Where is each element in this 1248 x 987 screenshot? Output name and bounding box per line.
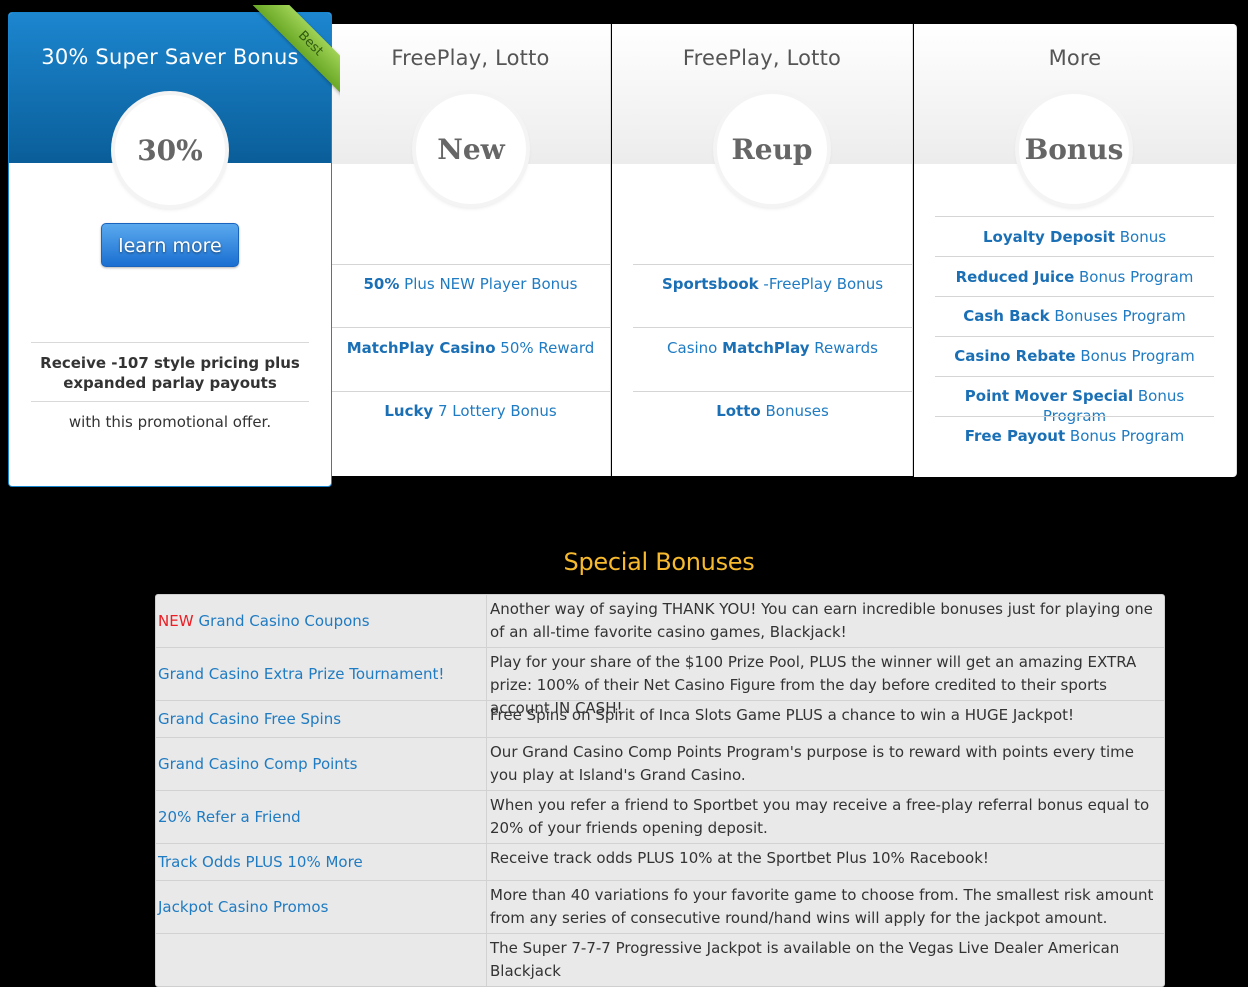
divider bbox=[31, 342, 309, 343]
bonus-description: Another way of saying THANK YOU! You can… bbox=[490, 600, 1153, 641]
bonus-description: Play for your share of the $100 Prize Po… bbox=[490, 653, 1137, 717]
featured-badge: 30% bbox=[115, 95, 225, 205]
bonus-link[interactable]: Grand Casino Free Spins bbox=[156, 701, 487, 737]
card-more: More Bonus Loyalty Deposit Bonus Reduced… bbox=[914, 24, 1237, 477]
card-row[interactable]: Lotto Bonuses bbox=[633, 401, 912, 421]
table-row: Grand Casino Comp Points Our Grand Casin… bbox=[156, 737, 1164, 790]
card-badge: Reup bbox=[717, 94, 827, 204]
divider bbox=[331, 327, 610, 328]
pricing-cards: 30% Super Saver Bonus 30% learn more Rec… bbox=[0, 0, 1248, 500]
table-row: Track Odds PLUS 10% More Receive track o… bbox=[156, 843, 1164, 880]
learn-more-button[interactable]: learn more bbox=[101, 223, 239, 267]
card-row[interactable]: MatchPlay Casino 50% Reward bbox=[331, 338, 610, 358]
bonus-description: When you refer a friend to Sportbet you … bbox=[490, 796, 1150, 837]
card-title: FreePlay, Lotto bbox=[682, 46, 842, 70]
bonus-description: The Super 7-7-7 Progressive Jackpot is a… bbox=[490, 939, 1120, 980]
card-badge: Bonus bbox=[1019, 94, 1129, 204]
best-ribbon-label: Best bbox=[251, 5, 340, 103]
card-new: FreePlay, Lotto New 50% Plus NEW Player … bbox=[331, 24, 611, 476]
bonus-description: Free Spins on Spirit of Inca Slots Game … bbox=[490, 706, 1075, 724]
card-row[interactable]: Lucky 7 Lottery Bonus bbox=[331, 401, 610, 421]
card-row[interactable]: Point Mover Special Bonus Program bbox=[935, 386, 1214, 426]
table-row: Grand Casino Extra Prize Tournament! Pla… bbox=[156, 647, 1164, 717]
divider bbox=[935, 216, 1214, 217]
divider bbox=[633, 327, 912, 328]
bonus-link[interactable]: Jackpot Casino Promos bbox=[156, 881, 487, 933]
divider bbox=[935, 416, 1214, 417]
divider bbox=[633, 264, 912, 265]
bonus-link[interactable] bbox=[156, 934, 487, 986]
best-ribbon: Best bbox=[240, 5, 340, 105]
table-row: NEW Grand Casino Coupons Another way of s… bbox=[156, 595, 1164, 647]
bonus-link[interactable]: Track Odds PLUS 10% More bbox=[156, 844, 487, 880]
card-row[interactable]: Loyalty Deposit Bonus bbox=[935, 227, 1214, 247]
card-row[interactable]: Sportsbook -FreePlay Bonus bbox=[633, 274, 912, 294]
card-title: FreePlay, Lotto bbox=[391, 46, 550, 70]
divider bbox=[331, 264, 610, 265]
card-row[interactable]: Casino Rebate Bonus Program bbox=[935, 346, 1214, 366]
bonus-link[interactable]: Grand Casino Comp Points bbox=[156, 738, 487, 790]
divider bbox=[31, 401, 309, 402]
bonus-link[interactable]: 20% Refer a Friend bbox=[156, 791, 487, 843]
table-row: Jackpot Casino Promos More than 40 varia… bbox=[156, 880, 1164, 933]
card-title: More bbox=[1048, 46, 1102, 70]
bonus-description: More than 40 variations fo your favorite… bbox=[490, 886, 1154, 927]
bonus-description: Our Grand Casino Comp Points Program's p… bbox=[490, 743, 1134, 784]
card-row[interactable]: Free Payout Bonus Program bbox=[935, 426, 1214, 446]
featured-line1: Receive -107 style pricing plus expanded… bbox=[40, 354, 300, 392]
featured-line2: with this promotional offer. bbox=[68, 413, 272, 431]
divider bbox=[935, 376, 1214, 377]
card-row[interactable]: Casino MatchPlay Rewards bbox=[633, 338, 912, 358]
card-badge: New bbox=[416, 94, 526, 204]
table-row: Grand Casino Free Spins Free Spins on Sp… bbox=[156, 700, 1164, 737]
divider bbox=[935, 296, 1214, 297]
card-row[interactable]: Reduced Juice Bonus Program bbox=[935, 267, 1214, 287]
table-row: 20% Refer a Friend When you refer a frie… bbox=[156, 790, 1164, 843]
bonus-link[interactable]: NEW Grand Casino Coupons bbox=[156, 595, 487, 647]
card-row[interactable]: Cash Back Bonuses Program bbox=[935, 306, 1214, 326]
divider bbox=[331, 391, 610, 392]
new-tag: NEW bbox=[158, 612, 194, 630]
bonus-description: Receive track odds PLUS 10% at the Sport… bbox=[490, 849, 989, 867]
table-row: The Super 7-7-7 Progressive Jackpot is a… bbox=[156, 933, 1164, 986]
divider bbox=[633, 391, 912, 392]
card-reup: FreePlay, Lotto Reup Sportsbook -FreePla… bbox=[612, 24, 913, 476]
divider bbox=[935, 336, 1214, 337]
card-row[interactable]: 50% Plus NEW Player Bonus bbox=[331, 274, 610, 294]
divider bbox=[935, 256, 1214, 257]
special-bonuses-title: Special Bonuses bbox=[563, 548, 755, 576]
bonus-link[interactable]: Grand Casino Extra Prize Tournament! bbox=[156, 648, 487, 700]
special-bonuses-table: NEW Grand Casino Coupons Another way of s… bbox=[155, 594, 1165, 987]
